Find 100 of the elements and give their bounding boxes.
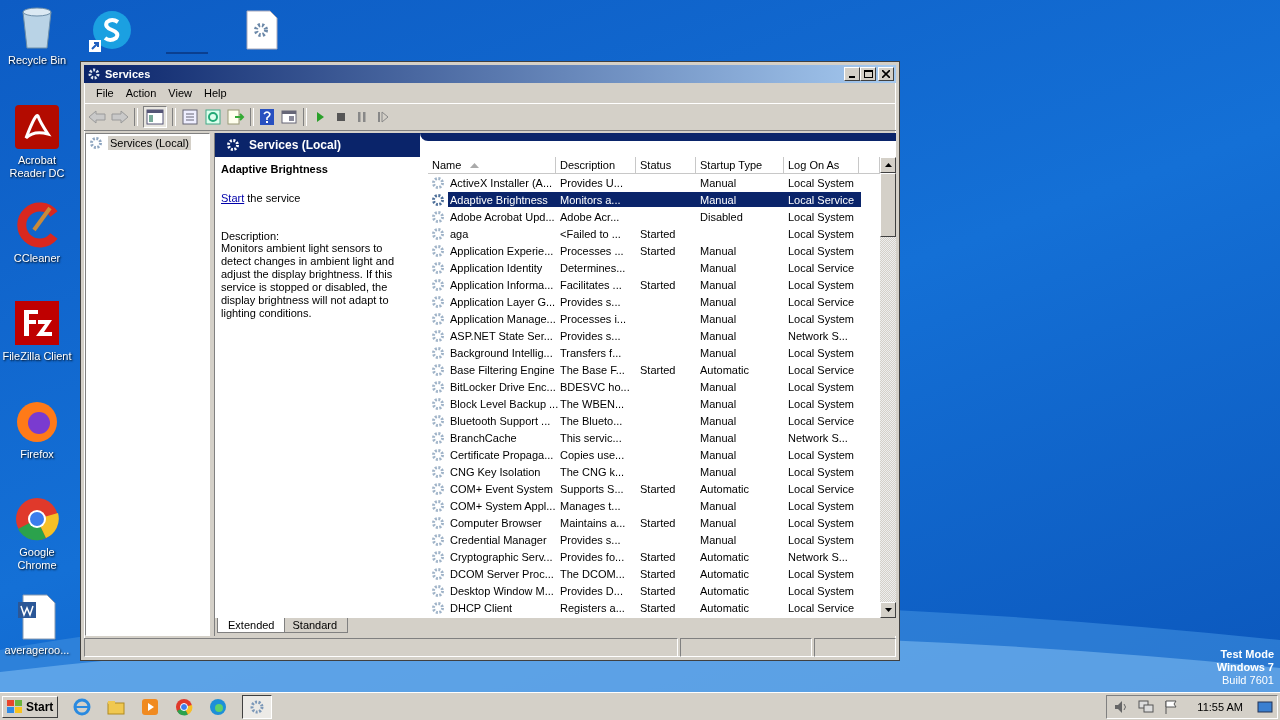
- scrollbar[interactable]: [880, 157, 896, 618]
- view-tab[interactable]: Extended: [217, 618, 286, 633]
- table-cell: The Blueto...: [560, 414, 623, 427]
- minimize-button[interactable]: [844, 67, 860, 81]
- menu-item[interactable]: Action: [119, 85, 163, 101]
- table-cell: Automatic: [700, 550, 749, 563]
- tree-item[interactable]: Services (Local): [108, 136, 191, 150]
- export-icon[interactable]: [227, 108, 245, 126]
- up-arrow-icon[interactable]: [884, 163, 892, 167]
- table-row[interactable]: Adobe Acrobat Upd... Adobe Acr... Disabled Local System: [448, 209, 861, 224]
- gear-icon: [88, 135, 104, 151]
- flag-icon[interactable]: [1163, 698, 1180, 715]
- filezilla-icon[interactable]: [14, 300, 60, 346]
- table-row[interactable]: Application Identity Determines... Manual Local Service: [448, 260, 861, 275]
- desktop-icon-label[interactable]: FileZilla Client: [0, 350, 74, 363]
- column-header[interactable]: Description: [556, 157, 636, 174]
- column-header[interactable]: Startup Type: [696, 157, 784, 174]
- close-icon: [882, 70, 890, 78]
- table-row[interactable]: aga <Failed to ... Started Local System: [448, 226, 861, 241]
- maximize-button[interactable]: [860, 67, 876, 81]
- chrome-icon[interactable]: [14, 496, 60, 542]
- gear-icon: [430, 361, 446, 378]
- table-row[interactable]: Application Manage... Processes i... Manual Local System: [448, 311, 861, 326]
- table-row[interactable]: CNG Key Isolation The CNG k... Manual Local System: [448, 464, 861, 479]
- pane-title: Services (Local): [249, 138, 342, 152]
- table-row[interactable]: Adaptive Brightness Monitors a... Manual Local Service: [448, 192, 861, 207]
- table-row[interactable]: Block Level Backup ... The WBEN... Manual Local System: [448, 396, 861, 411]
- close-button[interactable]: [878, 67, 894, 81]
- recycle-bin-icon[interactable]: [20, 6, 54, 50]
- desktop-icon-label[interactable]: CCleaner: [0, 252, 74, 265]
- table-cell: The WBEN...: [560, 397, 625, 410]
- network-icon[interactable]: [1137, 698, 1156, 715]
- menu-item[interactable]: File: [90, 85, 120, 101]
- start-link[interactable]: Start: [221, 192, 245, 204]
- help-icon[interactable]: [259, 108, 275, 126]
- description-label: Description:: [221, 230, 281, 242]
- table-row[interactable]: Certificate Propaga... Copies use... Manual Local System: [448, 447, 861, 462]
- skype-icon[interactable]: [88, 10, 134, 54]
- table-cell: Automatic: [700, 601, 749, 614]
- table-row[interactable]: Desktop Window M... Provides D... Started Automatic Local System: [448, 583, 861, 598]
- desktop-icon-label[interactable]: Google Chrome: [0, 546, 74, 572]
- table-row[interactable]: Base Filtering Engine The Base F... Started Automatic Local Service: [448, 362, 861, 377]
- desktop-icon-label[interactable]: Acrobat Reader DC: [0, 154, 74, 180]
- table-row[interactable]: COM+ System Appl... Manages t... Manual Local System: [448, 498, 861, 513]
- menu-item[interactable]: View: [162, 85, 198, 101]
- console-tree-icon[interactable]: [143, 106, 167, 128]
- services-taskbar-button[interactable]: [242, 694, 273, 719]
- table-row[interactable]: Bluetooth Support ... The Blueto... Manual Local Service: [448, 413, 861, 428]
- desktop-icon-label[interactable]: averageroo...: [0, 644, 74, 657]
- table-cell: COM+ System Appl...: [450, 499, 556, 512]
- menu-item[interactable]: Help: [197, 85, 233, 101]
- gear-icon: [430, 565, 446, 582]
- table-cell: DCOM Server Proc...: [450, 567, 554, 580]
- table-cell: Manual: [700, 278, 737, 291]
- table-row[interactable]: Application Informa... Facilitates ... Started Manual Local System: [448, 277, 861, 292]
- scroll-thumb[interactable]: [880, 173, 896, 237]
- desktop-icon-label[interactable]: Recycle Bin: [0, 54, 74, 67]
- table-cell: Started: [640, 567, 676, 580]
- column-header[interactable]: Status: [636, 157, 696, 174]
- os-notice-text: Test Mode: [1220, 648, 1274, 661]
- desktop-icon-label[interactable]: Firefox: [0, 448, 74, 461]
- table-row[interactable]: BranchCache This servic... Manual Network S...: [448, 430, 861, 445]
- table-row[interactable]: COM+ Event System Supports S... Started Automatic Local Service: [448, 481, 861, 496]
- table-cell: Certificate Propaga...: [450, 448, 554, 461]
- gear-icon: [430, 599, 446, 616]
- table-cell: Network S...: [788, 550, 848, 563]
- down-arrow-icon[interactable]: [884, 608, 892, 612]
- table-row[interactable]: Credential Manager Provides s... Manual Local System: [448, 532, 861, 547]
- refresh-icon[interactable]: [204, 108, 222, 126]
- table-row[interactable]: DCOM Server Proc... The DCOM... Started Automatic Local System: [448, 566, 861, 581]
- gear-document-icon[interactable]: [246, 10, 278, 50]
- gear-icon: [430, 480, 446, 497]
- cleaner-icon[interactable]: [14, 202, 60, 248]
- start-button[interactable]: Start: [2, 695, 59, 718]
- pdf-reader-icon[interactable]: [14, 104, 60, 150]
- table-cell: Cryptographic Serv...: [450, 550, 553, 563]
- table-row[interactable]: Computer Browser Maintains a... Started Manual Local System: [448, 515, 861, 530]
- table-row[interactable]: BitLocker Drive Enc... BDESVC ho... Manual Local System: [448, 379, 861, 394]
- table-cell: <Failed to ...: [560, 227, 621, 240]
- properties-icon[interactable]: [280, 108, 298, 126]
- table-row[interactable]: ASP.NET State Ser... Provides s... Manual Network S...: [448, 328, 861, 343]
- document-icon[interactable]: [17, 594, 57, 640]
- show-desktop-icon[interactable]: [1257, 698, 1273, 715]
- table-cell: BitLocker Drive Enc...: [450, 380, 556, 393]
- table-row[interactable]: Background Intellig... Transfers f... Manual Local System: [448, 345, 861, 360]
- table-row[interactable]: Application Experie... Processes ... Started Manual Local System: [448, 243, 861, 258]
- clock[interactable]: 11:55 AM: [1197, 700, 1243, 713]
- table-row[interactable]: ActiveX Installer (A... Provides U... Manual Local System: [448, 175, 861, 190]
- table-row[interactable]: Cryptographic Serv... Provides fo... Started Automatic Network S...: [448, 549, 861, 564]
- table-row[interactable]: Application Layer G... Provides s... Manual Local Service: [448, 294, 861, 309]
- table-cell: Desktop Window M...: [450, 584, 554, 597]
- table-row[interactable]: DHCP Client Registers a... Started Automatic Local Service: [448, 600, 861, 615]
- media-player-icon[interactable]: [140, 696, 161, 717]
- table-cell: Manual: [700, 516, 737, 529]
- chrome-icon[interactable]: [174, 696, 195, 717]
- column-header[interactable]: Log On As: [784, 157, 859, 174]
- table-cell: Credential Manager: [450, 533, 547, 546]
- column-header[interactable]: Name: [428, 157, 556, 174]
- table-cell: Facilitates ...: [560, 278, 622, 291]
- table-cell: Network S...: [788, 329, 848, 342]
